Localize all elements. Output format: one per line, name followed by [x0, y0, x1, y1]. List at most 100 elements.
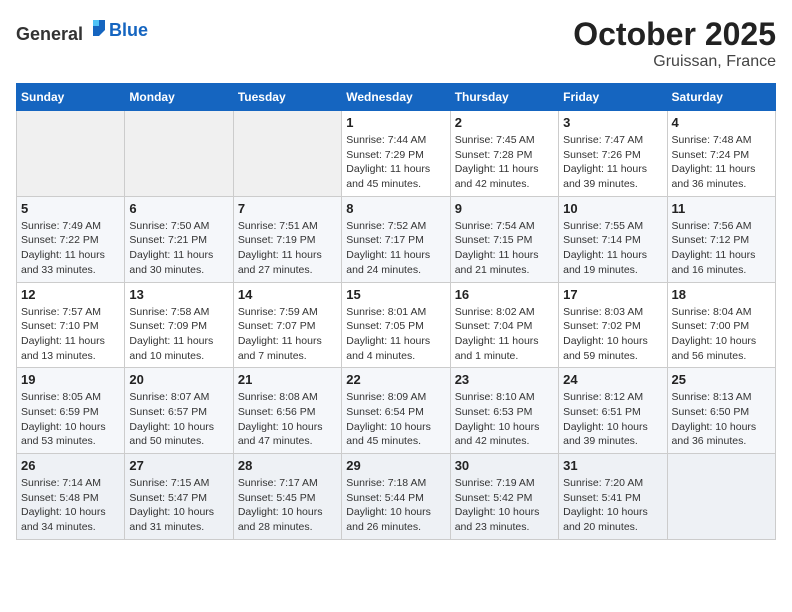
calendar-cell: 8Sunrise: 7:52 AM Sunset: 7:17 PM Daylig…	[342, 196, 450, 282]
day-number: 5	[21, 201, 120, 216]
month-year-title: October 2025	[573, 16, 776, 53]
calendar-cell	[17, 111, 125, 197]
month-title-block: October 2025 Gruissan, France	[573, 16, 776, 71]
calendar-cell: 19Sunrise: 8:05 AM Sunset: 6:59 PM Dayli…	[17, 368, 125, 454]
calendar-cell: 5 Sunrise: 7:49 AM Sunset: 7:22 PM Daylig…	[17, 196, 125, 282]
day-number: 29	[346, 458, 445, 473]
calendar-cell: 22 Sunrise: 8:09 AM Sunset: 6:54 PM Dayli…	[342, 368, 450, 454]
calendar-cell: 16 Sunrise: 8:02 AM Sunset: 7:04 PM Dayli…	[450, 282, 558, 368]
calendar-cell: 20 Sunrise: 8:07 AM Sunset: 6:57 PM Dayli…	[125, 368, 233, 454]
day-info: Sunrise: 7:20 AM Sunset: 5:41 PM Dayligh…	[563, 476, 662, 535]
logo-blue: Blue	[109, 20, 148, 40]
day-number: 21	[238, 372, 337, 387]
day-info: Sunrise: 7:58 AM Sunset: 7:09 PM Dayligh…	[129, 305, 228, 364]
calendar-cell: 14Sunrise: 7:59 AM Sunset: 7:07 PM Dayli…	[233, 282, 341, 368]
day-number: 4	[672, 115, 771, 130]
day-info: Sunrise: 8:09 AM Sunset: 6:54 PM Dayligh…	[346, 390, 445, 449]
day-number: 1	[346, 115, 445, 130]
page-header: General Blue October 2025 Gruissan, Fran…	[16, 16, 776, 71]
calendar-week-row: 5 Sunrise: 7:49 AM Sunset: 7:22 PM Daylig…	[17, 196, 776, 282]
day-number: 16	[455, 287, 554, 302]
calendar-cell: 11Sunrise: 7:56 AM Sunset: 7:12 PM Dayli…	[667, 196, 775, 282]
calendar-cell: 30 Sunrise: 7:19 AM Sunset: 5:42 PM Dayli…	[450, 454, 558, 540]
calendar-cell: 7 Sunrise: 7:51 AM Sunset: 7:19 PM Daylig…	[233, 196, 341, 282]
calendar-week-row: 19Sunrise: 8:05 AM Sunset: 6:59 PM Dayli…	[17, 368, 776, 454]
day-info: Sunrise: 7:57 AM Sunset: 7:10 PM Dayligh…	[21, 305, 120, 364]
calendar-cell: 15 Sunrise: 8:01 AM Sunset: 7:05 PM Dayli…	[342, 282, 450, 368]
weekday-header: Friday	[559, 84, 667, 111]
day-number: 26	[21, 458, 120, 473]
calendar-cell	[233, 111, 341, 197]
calendar-cell: 26 Sunrise: 7:14 AM Sunset: 5:48 PM Dayli…	[17, 454, 125, 540]
weekday-header: Tuesday	[233, 84, 341, 111]
weekday-header: Thursday	[450, 84, 558, 111]
day-info: Sunrise: 8:12 AM Sunset: 6:51 PM Dayligh…	[563, 390, 662, 449]
calendar-cell: 21 Sunrise: 8:08 AM Sunset: 6:56 PM Dayli…	[233, 368, 341, 454]
weekday-header: Sunday	[17, 84, 125, 111]
day-info: Sunrise: 7:51 AM Sunset: 7:19 PM Dayligh…	[238, 219, 337, 278]
day-info: Sunrise: 8:07 AM Sunset: 6:57 PM Dayligh…	[129, 390, 228, 449]
day-number: 2	[455, 115, 554, 130]
day-info: Sunrise: 7:50 AM Sunset: 7:21 PM Dayligh…	[129, 219, 228, 278]
day-number: 20	[129, 372, 228, 387]
day-info: Sunrise: 8:08 AM Sunset: 6:56 PM Dayligh…	[238, 390, 337, 449]
day-info: Sunrise: 7:14 AM Sunset: 5:48 PM Dayligh…	[21, 476, 120, 535]
day-info: Sunrise: 8:03 AM Sunset: 7:02 PM Dayligh…	[563, 305, 662, 364]
day-number: 17	[563, 287, 662, 302]
calendar-cell: 27 Sunrise: 7:15 AM Sunset: 5:47 PM Dayli…	[125, 454, 233, 540]
calendar-cell: 31Sunrise: 7:20 AM Sunset: 5:41 PM Dayli…	[559, 454, 667, 540]
logo-icon	[85, 16, 109, 40]
calendar-cell: 17 Sunrise: 8:03 AM Sunset: 7:02 PM Dayli…	[559, 282, 667, 368]
day-info: Sunrise: 7:48 AM Sunset: 7:24 PM Dayligh…	[672, 133, 771, 192]
day-number: 28	[238, 458, 337, 473]
calendar-cell	[667, 454, 775, 540]
calendar-week-row: 1 Sunrise: 7:44 AM Sunset: 7:29 PM Daylig…	[17, 111, 776, 197]
day-number: 30	[455, 458, 554, 473]
calendar-week-row: 12 Sunrise: 7:57 AM Sunset: 7:10 PM Dayli…	[17, 282, 776, 368]
calendar-cell: 2 Sunrise: 7:45 AM Sunset: 7:28 PM Daylig…	[450, 111, 558, 197]
day-info: Sunrise: 7:45 AM Sunset: 7:28 PM Dayligh…	[455, 133, 554, 192]
calendar-cell: 12 Sunrise: 7:57 AM Sunset: 7:10 PM Dayli…	[17, 282, 125, 368]
day-number: 12	[21, 287, 120, 302]
day-number: 7	[238, 201, 337, 216]
day-number: 23	[455, 372, 554, 387]
day-number: 13	[129, 287, 228, 302]
calendar-cell: 9Sunrise: 7:54 AM Sunset: 7:15 PM Daylig…	[450, 196, 558, 282]
day-info: Sunrise: 7:49 AM Sunset: 7:22 PM Dayligh…	[21, 219, 120, 278]
day-info: Sunrise: 7:59 AM Sunset: 7:07 PM Dayligh…	[238, 305, 337, 364]
day-info: Sunrise: 7:44 AM Sunset: 7:29 PM Dayligh…	[346, 133, 445, 192]
day-number: 10	[563, 201, 662, 216]
calendar-table: SundayMondayTuesdayWednesdayThursdayFrid…	[16, 83, 776, 540]
day-info: Sunrise: 7:15 AM Sunset: 5:47 PM Dayligh…	[129, 476, 228, 535]
weekday-header: Wednesday	[342, 84, 450, 111]
calendar-cell: 18Sunrise: 8:04 AM Sunset: 7:00 PM Dayli…	[667, 282, 775, 368]
calendar-cell	[125, 111, 233, 197]
calendar-cell: 13 Sunrise: 7:58 AM Sunset: 7:09 PM Dayli…	[125, 282, 233, 368]
location-subtitle: Gruissan, France	[573, 53, 776, 71]
day-info: Sunrise: 7:52 AM Sunset: 7:17 PM Dayligh…	[346, 219, 445, 278]
day-number: 22	[346, 372, 445, 387]
day-number: 19	[21, 372, 120, 387]
calendar-cell: 23Sunrise: 8:10 AM Sunset: 6:53 PM Dayli…	[450, 368, 558, 454]
day-number: 15	[346, 287, 445, 302]
day-info: Sunrise: 8:01 AM Sunset: 7:05 PM Dayligh…	[346, 305, 445, 364]
day-number: 27	[129, 458, 228, 473]
calendar-cell: 29Sunrise: 7:18 AM Sunset: 5:44 PM Dayli…	[342, 454, 450, 540]
calendar-cell: 6 Sunrise: 7:50 AM Sunset: 7:21 PM Daylig…	[125, 196, 233, 282]
calendar-cell: 4 Sunrise: 7:48 AM Sunset: 7:24 PM Daylig…	[667, 111, 775, 197]
calendar-cell: 1 Sunrise: 7:44 AM Sunset: 7:29 PM Daylig…	[342, 111, 450, 197]
weekday-header-row: SundayMondayTuesdayWednesdayThursdayFrid…	[17, 84, 776, 111]
day-info: Sunrise: 7:19 AM Sunset: 5:42 PM Dayligh…	[455, 476, 554, 535]
day-number: 25	[672, 372, 771, 387]
day-number: 6	[129, 201, 228, 216]
day-number: 18	[672, 287, 771, 302]
day-info: Sunrise: 8:02 AM Sunset: 7:04 PM Dayligh…	[455, 305, 554, 364]
weekday-header: Monday	[125, 84, 233, 111]
day-info: Sunrise: 7:47 AM Sunset: 7:26 PM Dayligh…	[563, 133, 662, 192]
calendar-cell: 3Sunrise: 7:47 AM Sunset: 7:26 PM Daylig…	[559, 111, 667, 197]
logo-general: General	[16, 24, 83, 44]
calendar-cell: 10Sunrise: 7:55 AM Sunset: 7:14 PM Dayli…	[559, 196, 667, 282]
calendar-cell: 28Sunrise: 7:17 AM Sunset: 5:45 PM Dayli…	[233, 454, 341, 540]
day-info: Sunrise: 8:13 AM Sunset: 6:50 PM Dayligh…	[672, 390, 771, 449]
day-number: 24	[563, 372, 662, 387]
